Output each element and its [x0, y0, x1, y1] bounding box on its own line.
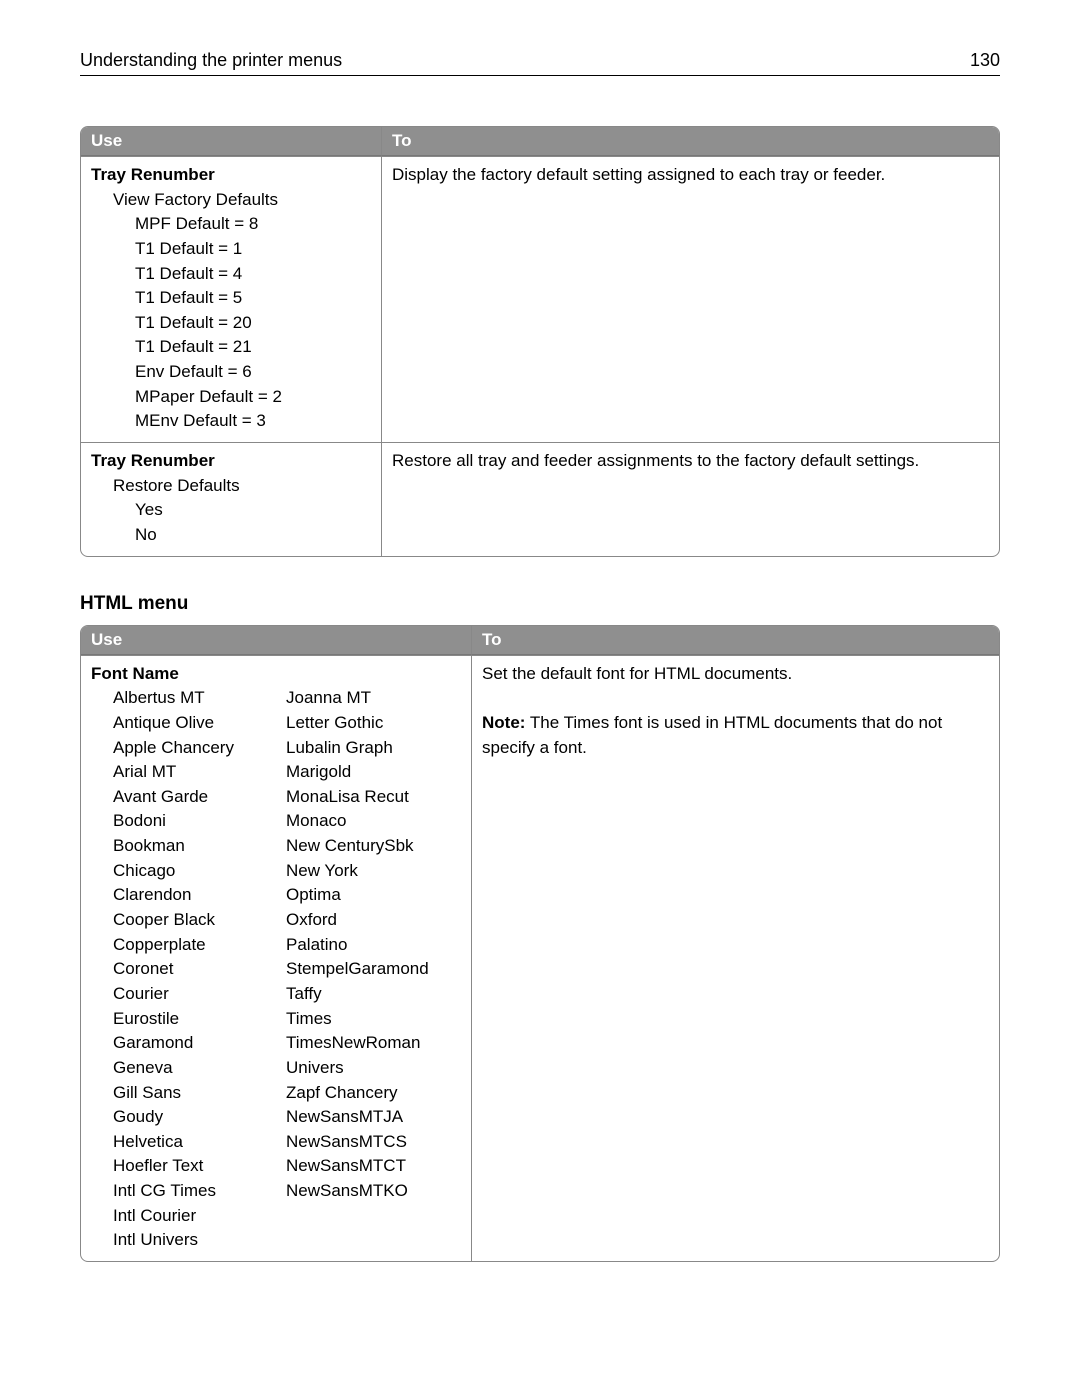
font-item: Hoefler Text — [113, 1154, 261, 1179]
setting-item: T1 Default = 1 — [91, 237, 371, 262]
setting-title: Font Name — [91, 664, 179, 683]
page-number: 130 — [970, 50, 1000, 71]
font-item: NewSansMTCS — [286, 1130, 456, 1155]
note-text: The Times font is used in HTML documents… — [482, 713, 942, 757]
cell-use: Tray Renumber View Factory Defaults MPF … — [81, 156, 381, 442]
setting-sub: Restore Defaults — [91, 474, 371, 499]
html-menu-table: Use To Font Name Albertus MT Antique Oli… — [80, 625, 1000, 1262]
setting-item: No — [91, 523, 371, 548]
font-item: Optima — [286, 883, 456, 908]
font-item: Times — [286, 1007, 456, 1032]
font-item: Intl Courier — [113, 1204, 261, 1229]
setting-item: T1 Default = 21 — [91, 335, 371, 360]
th-use: Use — [81, 626, 471, 655]
setting-title: Tray Renumber — [91, 165, 215, 184]
font-item: Albertus MT — [113, 686, 261, 711]
font-item: NewSansMTKO — [286, 1179, 456, 1204]
font-item: Geneva — [113, 1056, 261, 1081]
header-title: Understanding the printer menus — [80, 50, 342, 71]
th-use: Use — [81, 127, 381, 156]
font-item: Bodoni — [113, 809, 261, 834]
font-item: Avant Garde — [113, 785, 261, 810]
font-item: New CenturySbk — [286, 834, 456, 859]
cell-use: Tray Renumber Restore Defaults Yes No — [81, 442, 381, 556]
font-item: Intl CG Times — [113, 1179, 261, 1204]
font-item: Copperplate — [113, 933, 261, 958]
tray-renumber-table: Use To Tray Renumber View Factory Defaul… — [80, 126, 1000, 557]
font-item: Univers — [286, 1056, 456, 1081]
font-item: Clarendon — [113, 883, 261, 908]
setting-sub: View Factory Defaults — [91, 188, 371, 213]
font-item: Courier — [113, 982, 261, 1007]
th-to: To — [381, 127, 999, 156]
table-row: Tray Renumber Restore Defaults Yes No Re… — [81, 442, 999, 556]
font-item: Bookman — [113, 834, 261, 859]
font-item: Lubalin Graph — [286, 736, 456, 761]
font-item: TimesNewRoman — [286, 1031, 456, 1056]
font-item: Goudy — [113, 1105, 261, 1130]
table-row: Tray Renumber View Factory Defaults MPF … — [81, 156, 999, 442]
font-item: Oxford — [286, 908, 456, 933]
setting-item: Yes — [91, 498, 371, 523]
font-item: NewSansMTCT — [286, 1154, 456, 1179]
font-item: Letter Gothic — [286, 711, 456, 736]
font-item: Arial MT — [113, 760, 261, 785]
font-item: MonaLisa Recut — [286, 785, 456, 810]
font-item: Zapf Chancery — [286, 1081, 456, 1106]
font-item: Garamond — [113, 1031, 261, 1056]
font-item: Taffy — [286, 982, 456, 1007]
font-item: Joanna MT — [286, 686, 456, 711]
font-item: Marigold — [286, 760, 456, 785]
font-item: Antique Olive — [113, 711, 261, 736]
setting-item: T1 Default = 4 — [91, 262, 371, 287]
cell-to: Restore all tray and feeder assignments … — [381, 442, 999, 556]
setting-item: Env Default = 6 — [91, 360, 371, 385]
cell-use-col2: . Joanna MT Letter Gothic Lubalin Graph … — [276, 655, 471, 1261]
font-item: Eurostile — [113, 1007, 261, 1032]
table-row: Font Name Albertus MT Antique Olive Appl… — [81, 655, 999, 1261]
font-item: New York — [286, 859, 456, 884]
section-title-html-menu: HTML menu — [80, 593, 1000, 615]
cell-to: Display the factory default setting assi… — [381, 156, 999, 442]
setting-item: T1 Default = 20 — [91, 311, 371, 336]
font-item: Gill Sans — [113, 1081, 261, 1106]
font-item: Monaco — [286, 809, 456, 834]
font-item: Cooper Black — [113, 908, 261, 933]
to-text: Set the default font for HTML documents. — [482, 664, 792, 683]
font-item: Coronet — [113, 957, 261, 982]
font-item: Helvetica — [113, 1130, 261, 1155]
font-item: StempelGaramond — [286, 957, 456, 982]
setting-item: T1 Default = 5 — [91, 286, 371, 311]
setting-item: MPaper Default = 2 — [91, 385, 371, 410]
font-item: Intl Univers — [113, 1228, 261, 1253]
document-page: Understanding the printer menus 130 Use … — [0, 0, 1080, 1322]
setting-item: MEnv Default = 3 — [91, 409, 371, 434]
font-item: NewSansMTJA — [286, 1105, 456, 1130]
cell-to: Set the default font for HTML documents.… — [471, 655, 999, 1261]
note-label: Note: — [482, 713, 525, 732]
setting-item: MPF Default = 8 — [91, 212, 371, 237]
cell-use-col1: Font Name Albertus MT Antique Olive Appl… — [81, 655, 276, 1261]
font-item: Chicago — [113, 859, 261, 884]
setting-title: Tray Renumber — [91, 451, 215, 470]
font-item: Apple Chancery — [113, 736, 261, 761]
font-item: Palatino — [286, 933, 456, 958]
th-to: To — [471, 626, 999, 655]
page-header: Understanding the printer menus 130 — [80, 50, 1000, 76]
